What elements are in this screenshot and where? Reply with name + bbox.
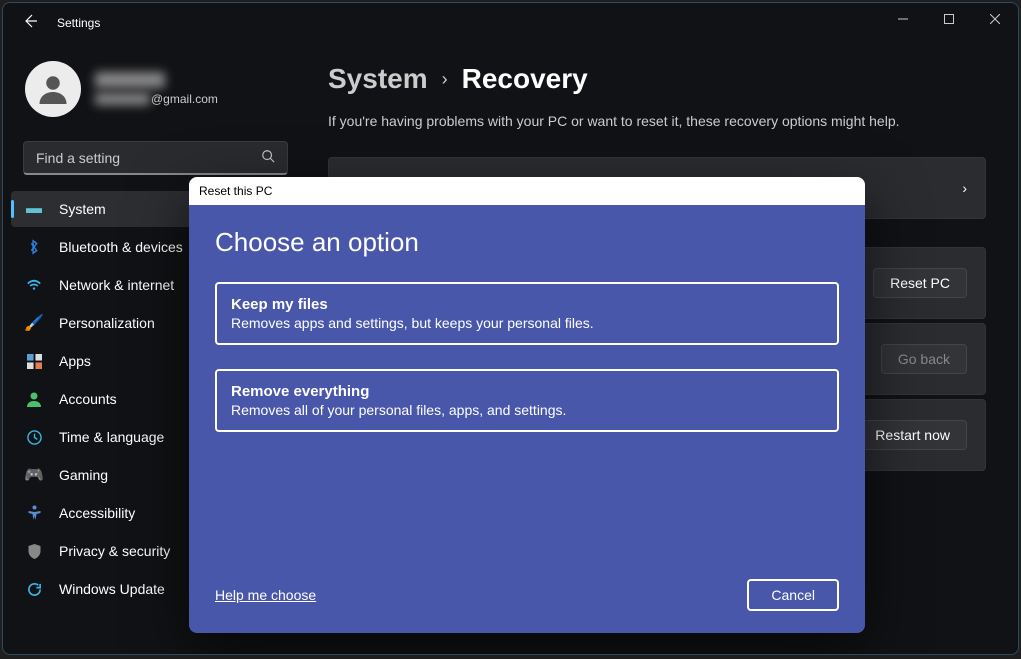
choice-title: Keep my files [231, 296, 823, 313]
settings-window: Settings @gmail.com [2, 2, 1019, 655]
close-button[interactable] [972, 3, 1018, 35]
account-email-suffix: @gmail.com [151, 92, 218, 106]
back-button[interactable] [21, 13, 39, 34]
nav-label: Personalization [59, 315, 155, 331]
nav-label: Apps [59, 353, 91, 369]
choice-remove-everything[interactable]: Remove everything Removes all of your pe… [215, 369, 839, 432]
choice-title: Remove everything [231, 383, 823, 400]
restart-now-button[interactable]: Restart now [858, 420, 967, 450]
nav-label: Accessibility [59, 505, 135, 521]
account-section[interactable]: @gmail.com [11, 43, 300, 135]
account-name-redacted [95, 72, 165, 88]
brush-icon: 🖌️ [25, 314, 43, 332]
dialog-header: Reset this PC [189, 177, 865, 205]
nav-label: Bluetooth & devices [59, 239, 183, 255]
maximize-button[interactable] [926, 3, 972, 35]
nav-label: Accounts [59, 391, 117, 407]
update-icon [25, 580, 43, 598]
window-title: Settings [57, 16, 100, 30]
account-email-redacted [95, 93, 150, 105]
clock-icon [25, 428, 43, 446]
choice-desc: Removes all of your personal files, apps… [231, 402, 823, 418]
shield-icon [25, 542, 43, 560]
search-icon [261, 149, 275, 166]
nav-label: Privacy & security [59, 543, 170, 559]
page-subtitle: If you're having problems with your PC o… [328, 113, 986, 129]
avatar [25, 61, 81, 117]
nav-label: Time & language [59, 429, 164, 445]
display-icon: ▬ [25, 200, 43, 218]
choice-keep-my-files[interactable]: Keep my files Removes apps and settings,… [215, 282, 839, 345]
minimize-button[interactable] [880, 3, 926, 35]
reset-pc-button[interactable]: Reset PC [873, 268, 967, 298]
search-input[interactable] [36, 150, 261, 166]
nav-label: Network & internet [59, 277, 174, 293]
breadcrumb-parent[interactable]: System [328, 63, 428, 95]
search-box[interactable] [23, 141, 288, 175]
titlebar: Settings [3, 3, 1018, 43]
apps-icon [25, 352, 43, 370]
person-icon [25, 390, 43, 408]
wifi-icon [25, 276, 43, 294]
nav-label: Gaming [59, 467, 108, 483]
help-me-choose-link[interactable]: Help me choose [215, 587, 316, 603]
breadcrumb-current: Recovery [462, 63, 588, 95]
cancel-button[interactable]: Cancel [747, 579, 839, 611]
bluetooth-icon [25, 238, 43, 256]
chevron-right-icon: › [962, 180, 967, 196]
nav-label: System [59, 201, 106, 217]
accessibility-icon [25, 504, 43, 522]
gaming-icon: 🎮 [25, 466, 43, 484]
nav-label: Windows Update [59, 581, 165, 597]
search-container [23, 141, 288, 175]
breadcrumb: System › Recovery [328, 63, 986, 95]
dialog-title: Choose an option [215, 227, 839, 258]
go-back-button[interactable]: Go back [881, 344, 967, 374]
chevron-right-icon: › [442, 69, 448, 90]
reset-pc-dialog: Reset this PC Choose an option Keep my f… [189, 177, 865, 633]
choice-desc: Removes apps and settings, but keeps you… [231, 315, 823, 331]
